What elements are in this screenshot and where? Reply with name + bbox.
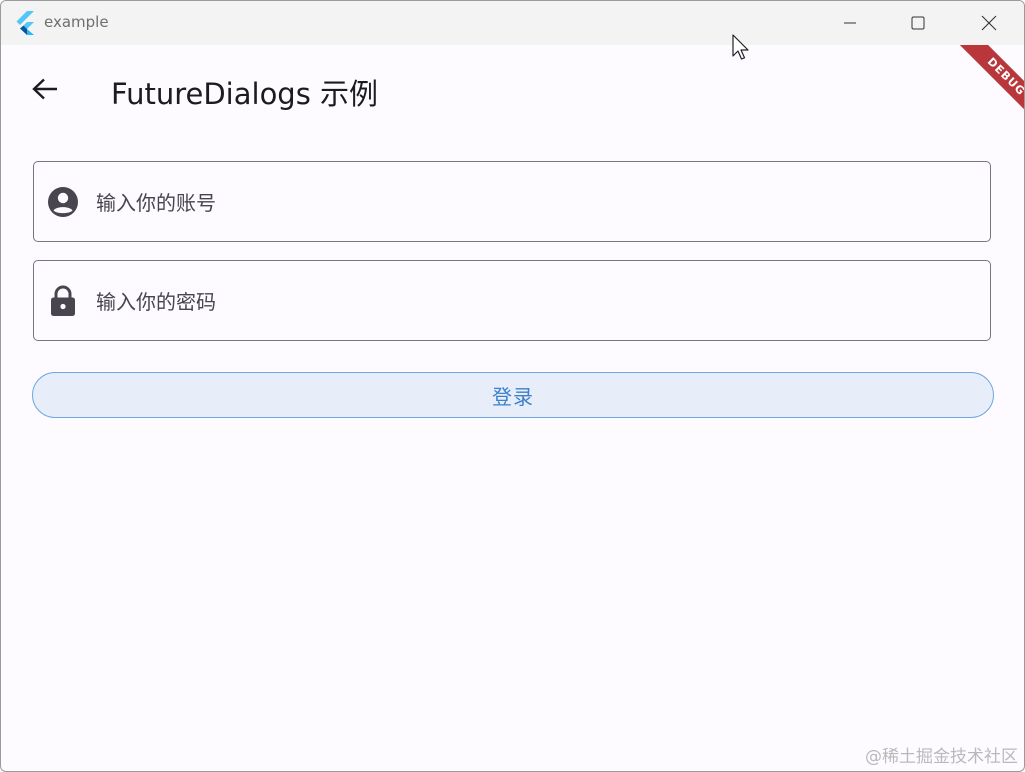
mouse-cursor-icon [732, 34, 749, 60]
account-field[interactable] [33, 161, 991, 242]
login-button[interactable]: 登录 [32, 372, 994, 418]
minimize-icon [844, 22, 856, 24]
minimize-button[interactable] [816, 1, 884, 45]
close-icon [981, 15, 997, 31]
lock-icon [47, 285, 79, 317]
app-window: example FutureDialogs 示例 DEBUG 输入你的账号 登录… [0, 0, 1025, 772]
watermark: @稀土掘金技术社区 [865, 747, 1018, 767]
maximize-icon [911, 16, 925, 30]
flutter-logo-icon [15, 11, 37, 35]
account-circle-icon [47, 186, 79, 218]
back-button[interactable] [23, 67, 67, 111]
password-field[interactable] [33, 260, 991, 341]
account-input[interactable] [94, 180, 978, 226]
maximize-button[interactable] [884, 1, 952, 45]
page-title: FutureDialogs 示例 [111, 77, 379, 111]
window-title: example [44, 13, 109, 31]
app-bar: FutureDialogs 示例 [1, 45, 1024, 135]
title-bar[interactable]: example [1, 1, 1024, 45]
arrow-back-icon [32, 78, 57, 100]
password-input[interactable] [94, 279, 978, 325]
close-button[interactable] [955, 1, 1023, 45]
